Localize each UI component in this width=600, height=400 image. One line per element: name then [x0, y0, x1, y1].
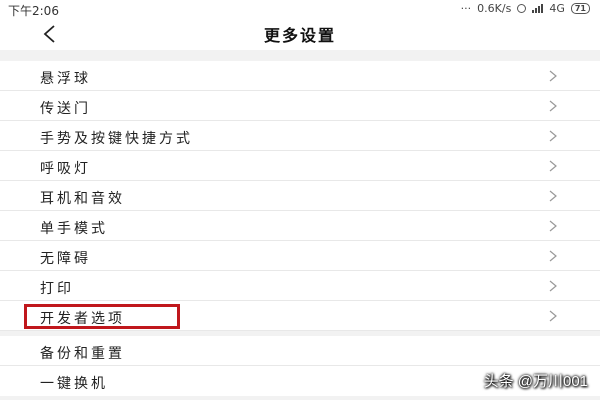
settings-item-floating-ball[interactable]: 悬浮球 — [0, 61, 600, 91]
chevron-right-icon — [548, 69, 558, 83]
status-indicators: ··· 0.6K/s 4G 71 — [461, 2, 590, 15]
page-title: 更多设置 — [263, 26, 336, 45]
settings-item-label: 呼吸灯 — [40, 161, 91, 177]
settings-item-label: 耳机和音效 — [40, 191, 125, 207]
settings-item-gestures-shortcuts[interactable]: 手势及按键快捷方式 — [0, 121, 600, 151]
watermark: 头条 @万川001 — [483, 373, 588, 390]
battery-level: 71 — [574, 3, 586, 13]
chevron-right-icon — [548, 219, 558, 233]
chevron-right-icon — [548, 99, 558, 113]
chevron-right-icon — [548, 249, 558, 263]
settings-item-label: 无障碍 — [40, 251, 91, 267]
title-bar: 更多设置 — [0, 18, 600, 50]
settings-item-accessibility[interactable]: 无障碍 — [0, 241, 600, 271]
settings-item-print[interactable]: 打印 — [0, 271, 600, 301]
battery-icon: 71 — [570, 3, 590, 14]
settings-item-developer-options[interactable]: 开发者选项 — [0, 301, 600, 331]
settings-item-label: 打印 — [40, 281, 74, 297]
alarm-icon — [517, 4, 527, 13]
settings-item-label: 手势及按键快捷方式 — [40, 131, 193, 147]
settings-item-one-hand-mode[interactable]: 单手模式 — [0, 211, 600, 241]
settings-item-backup-reset[interactable]: 备份和重置 — [0, 336, 600, 366]
status-bar: 下午2:06 ··· 0.6K/s 4G 71 — [0, 0, 600, 18]
cell-signal-icon — [532, 4, 544, 13]
signal-dots: ··· — [460, 2, 472, 15]
settings-item-portal[interactable]: 传送门 — [0, 91, 600, 121]
chevron-right-icon — [548, 159, 558, 173]
chevron-right-icon — [548, 309, 558, 323]
network-speed: 0.6K/s — [477, 2, 512, 15]
settings-item-label: 开发者选项 — [40, 311, 125, 327]
settings-item-label: 传送门 — [40, 101, 91, 117]
settings-item-label: 一键换机 — [40, 376, 108, 392]
settings-item-breathing-light[interactable]: 呼吸灯 — [0, 151, 600, 181]
network-type: 4G — [549, 2, 565, 15]
chevron-right-icon — [548, 129, 558, 143]
chevron-right-icon — [548, 279, 558, 293]
settings-item-label: 备份和重置 — [40, 346, 125, 362]
chevron-right-icon — [548, 189, 558, 203]
settings-item-label: 单手模式 — [40, 221, 108, 237]
settings-list: 悬浮球 传送门 手势及按键快捷方式 呼吸灯 耳机和音效 单手模式 无障碍 打印 … — [0, 61, 600, 331]
settings-item-headphones-audio[interactable]: 耳机和音效 — [0, 181, 600, 211]
bottom-strip — [0, 396, 600, 400]
section-divider — [0, 50, 600, 61]
status-time: 下午2:06 — [8, 4, 59, 18]
settings-item-label: 悬浮球 — [40, 71, 91, 87]
